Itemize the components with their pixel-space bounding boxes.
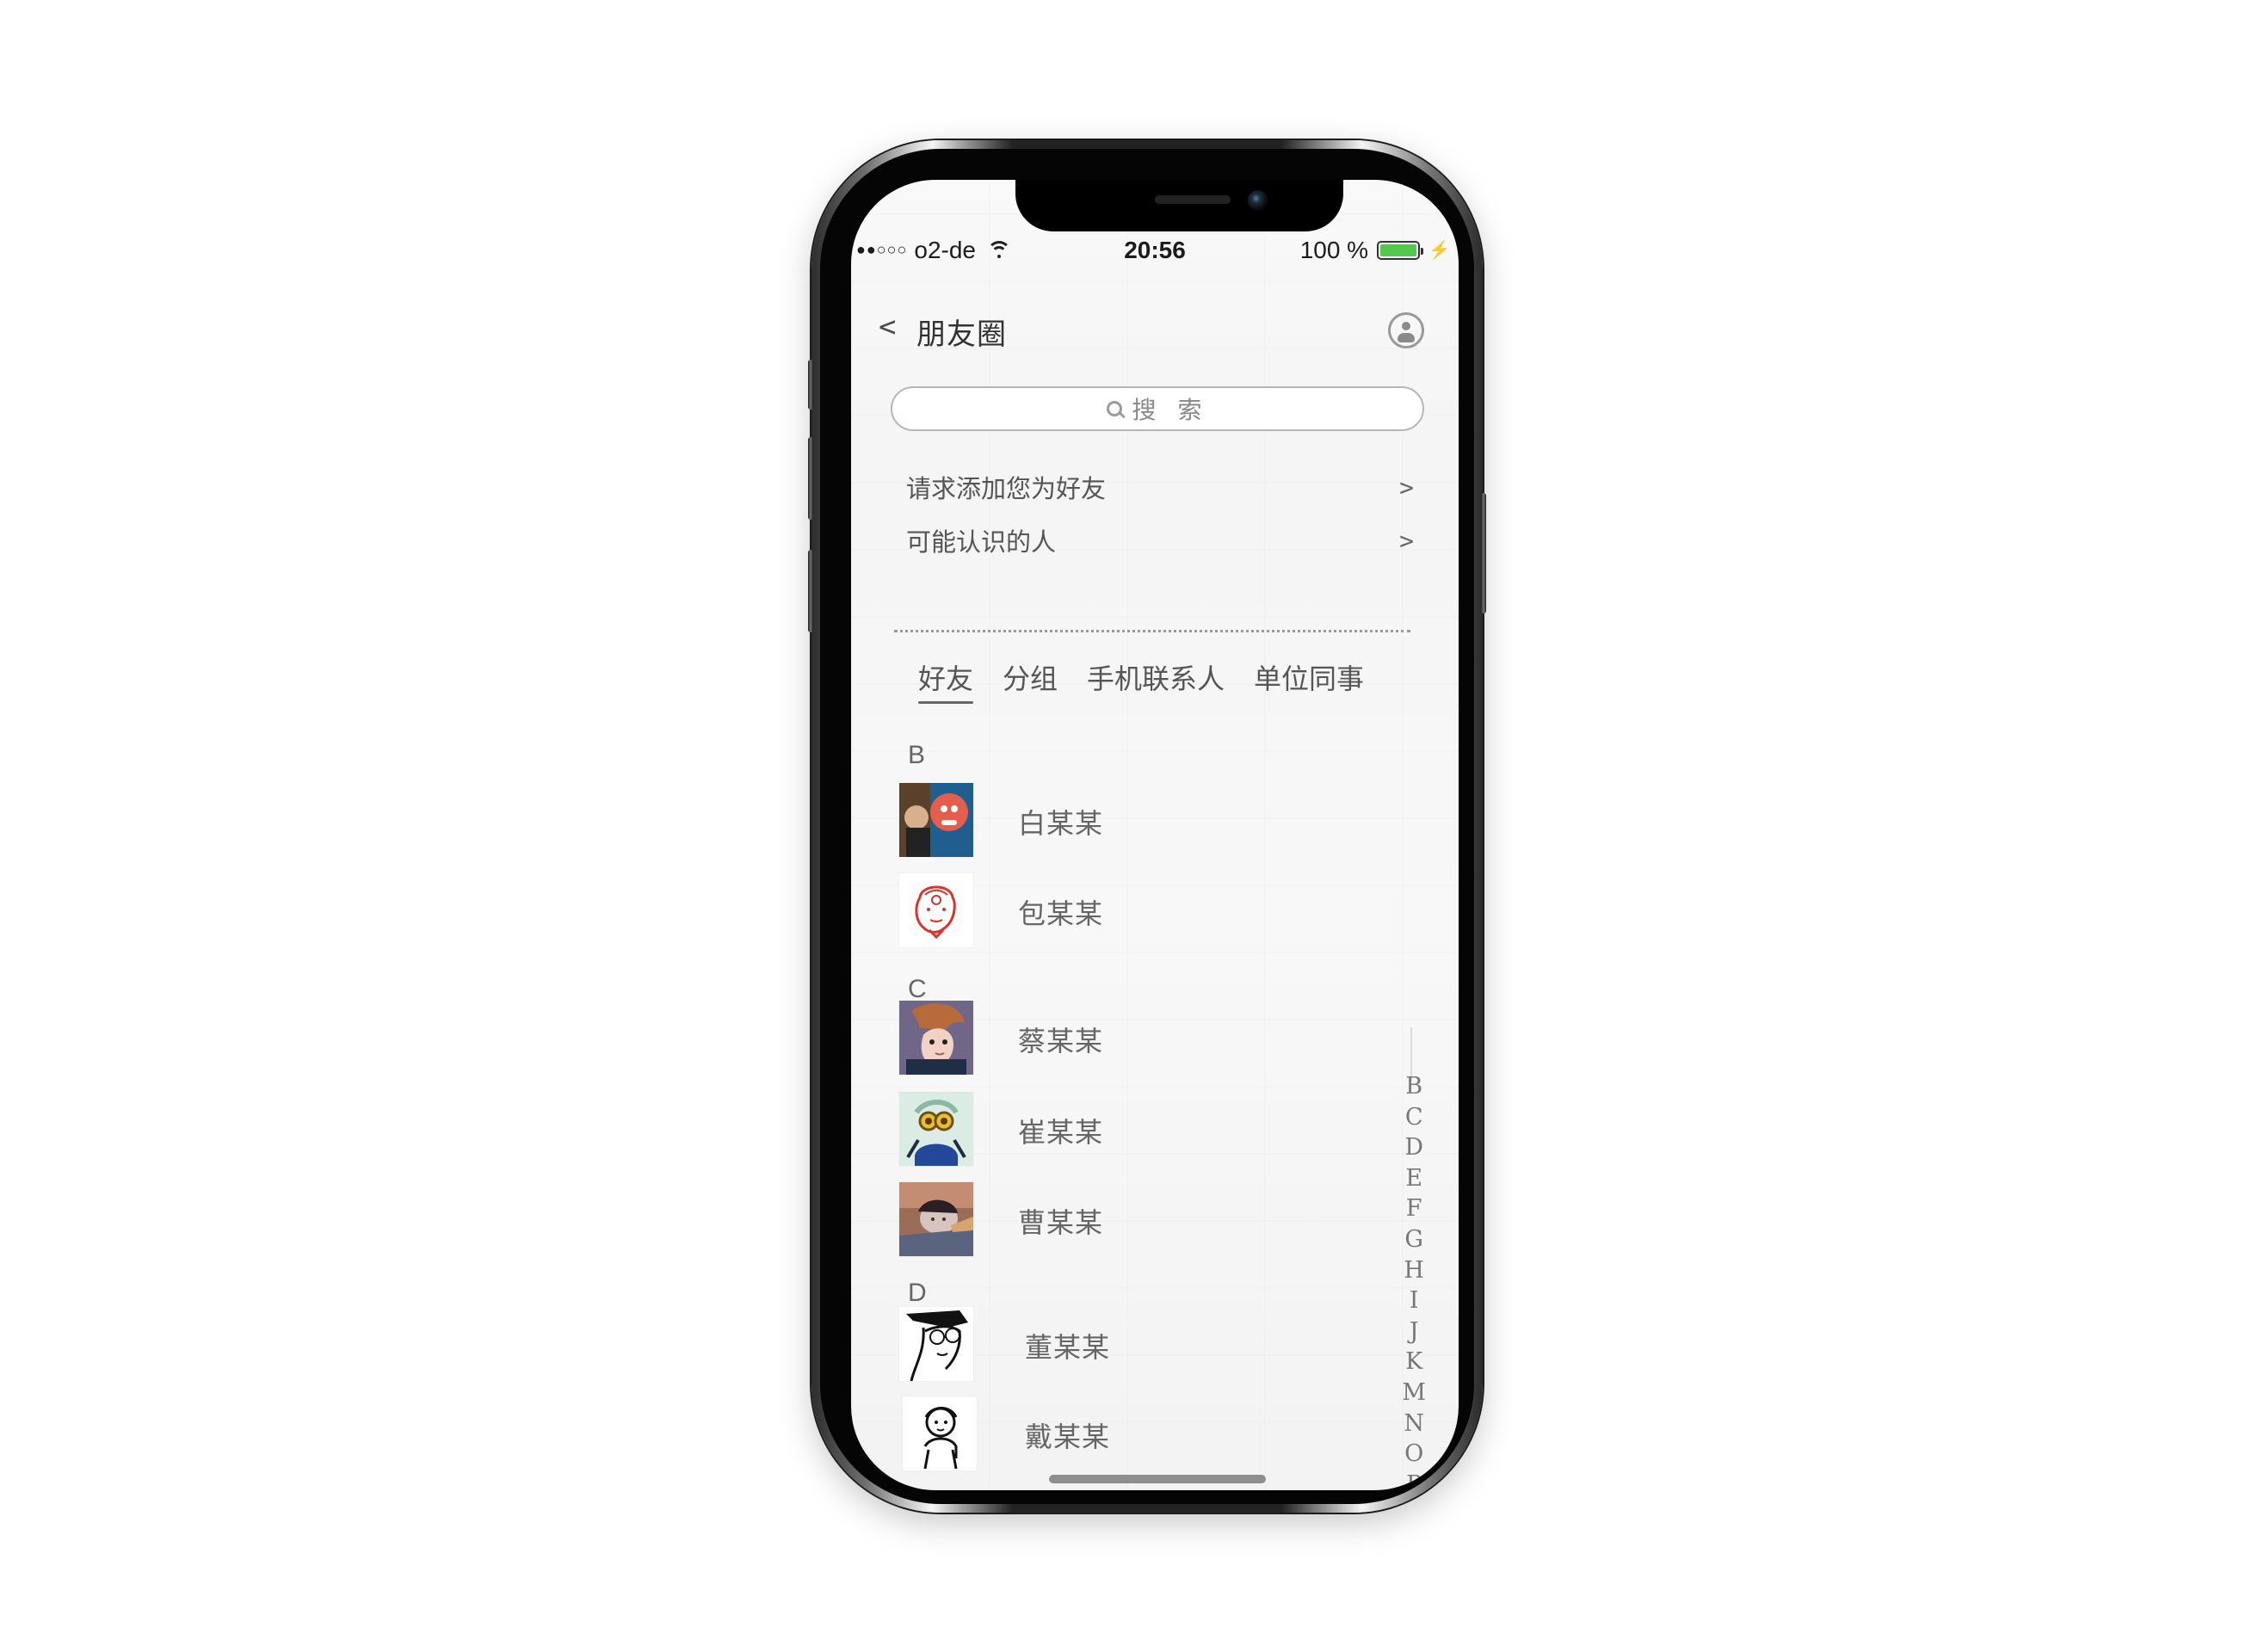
status-bar: ●●○○○ o2-de 20:56 100 % ⚡ [851,230,1459,273]
contact-row[interactable]: 崔某某 [899,1092,1330,1166]
illustration-avatar-1-svg [899,873,973,947]
alphabet-index[interactable]: B C D E F G H I J K M N O P Q [1402,1071,1426,1490]
contact-name: 曹某某 [1018,1206,1104,1239]
contact-row[interactable]: 董某某 [899,1307,1330,1381]
photo-avatar-1 [899,783,973,857]
notch [1015,180,1343,231]
volume-down-button [808,550,813,632]
index-letter-c[interactable]: C [1405,1102,1423,1133]
illustration-avatar-3 [899,1092,973,1166]
phone-frame: ●●○○○ o2-de 20:56 100 % ⚡ < 朋友圈 搜 索 请求添加… [808,140,1486,1513]
photo-avatar-1-svg [899,783,973,857]
section-letter-c: C [908,975,927,1003]
top-navigation: < 朋友圈 [879,309,1424,361]
mute-switch [808,360,813,410]
index-letter-e[interactable]: E [1405,1163,1422,1194]
battery-group: 100 % ⚡ [1300,237,1450,264]
contact-row[interactable]: 白某某 [899,783,1330,857]
index-letter-b[interactable]: B [1405,1071,1422,1102]
illustration-avatar-2 [899,1001,973,1075]
contact-name: 蔡某某 [1018,1025,1104,1057]
people-you-may-know-row[interactable]: 可能认识的人 > [906,521,1414,559]
index-letter-i[interactable]: I [1410,1285,1419,1316]
tab-friends[interactable]: 好友 [918,657,974,704]
illustration-avatar-2-svg [899,1001,973,1075]
index-letter-h[interactable]: H [1404,1255,1424,1286]
index-letter-d[interactable]: D [1404,1132,1423,1163]
photo-avatar-2-svg [899,1182,973,1256]
contact-row[interactable]: 蔡某某 [899,1001,1330,1075]
search-placeholder: 搜 索 [1132,396,1209,424]
phone-bezel: ●●○○○ o2-de 20:56 100 % ⚡ < 朋友圈 搜 索 请求添加… [820,149,1474,1504]
earpiece-speaker [1155,195,1231,204]
index-letter-o[interactable]: O [1404,1439,1423,1470]
index-letter-p[interactable]: P [1406,1470,1422,1490]
page-title: 朋友圈 [916,317,1007,352]
battery-percent: 100 % [1299,237,1369,263]
search-input[interactable]: 搜 索 [891,386,1424,431]
friend-requests-label: 请求添加您为好友 [906,474,1107,503]
index-letter-m[interactable]: M [1402,1378,1426,1409]
contact-name: 包某某 [1018,897,1104,930]
tab-groups[interactable]: 分组 [1003,657,1058,697]
chevron-right-icon: > [1399,472,1414,502]
contact-name: 董某某 [1025,1331,1111,1364]
contact-row[interactable]: 包某某 [899,873,1330,947]
section-divider [894,630,1410,632]
index-letter-f[interactable]: F [1406,1193,1422,1224]
battery-cap [1421,248,1424,255]
contact-name: 戴某某 [1025,1421,1111,1453]
index-letter-j[interactable]: J [1410,1316,1419,1347]
signal-strength: ●●○○○ [856,240,908,258]
friend-requests-row[interactable]: 请求添加您为好友 > [906,468,1414,506]
section-letter-b: B [908,741,926,769]
section-letter-d: D [908,1279,927,1307]
people-you-may-know-label: 可能认识的人 [906,527,1057,557]
sketch-avatar-1-svg [899,1307,973,1381]
profile-icon[interactable] [1388,312,1424,348]
volume-up-button [808,437,813,520]
app-screen: ●●○○○ o2-de 20:56 100 % ⚡ < 朋友圈 搜 索 请求添加… [851,180,1459,1490]
chevron-right-icon: > [1399,526,1414,555]
sketch-avatar-2-svg [903,1396,977,1470]
status-time: 20:56 [1124,237,1186,263]
back-button[interactable]: < [879,312,896,342]
photo-avatar-2 [899,1182,973,1256]
power-button [1481,493,1486,613]
index-letter-n[interactable]: N [1404,1409,1424,1439]
carrier-group: ●●○○○ o2-de [856,237,1010,264]
tab-coworkers[interactable]: 单位同事 [1254,657,1364,697]
wifi-dot [997,255,1001,258]
illustration-avatar-3-svg [899,1092,973,1166]
contact-name: 白某某 [1018,807,1104,840]
illustration-avatar-1 [899,873,973,947]
charging-icon: ⚡ [1428,241,1450,260]
sketch-avatar-1 [899,1307,973,1381]
front-camera [1248,190,1268,211]
search-icon [1106,401,1122,416]
contact-row[interactable]: 戴某某 [899,1396,1330,1470]
carrier-label: o2-de [914,237,976,263]
contact-row[interactable]: 曹某某 [899,1182,1330,1256]
battery-icon [1377,241,1424,260]
contact-tabs: 好友 分组 手机联系人 单位同事 [918,657,1364,704]
tab-phone-contacts[interactable]: 手机联系人 [1087,657,1225,697]
home-indicator[interactable] [1049,1475,1266,1483]
sketch-avatar-2 [903,1396,977,1470]
index-letter-k[interactable]: K [1405,1347,1422,1378]
battery-fill [1380,244,1417,256]
contact-name: 崔某某 [1018,1116,1104,1149]
index-letter-g[interactable]: G [1404,1224,1423,1255]
wifi-icon [988,241,1010,260]
